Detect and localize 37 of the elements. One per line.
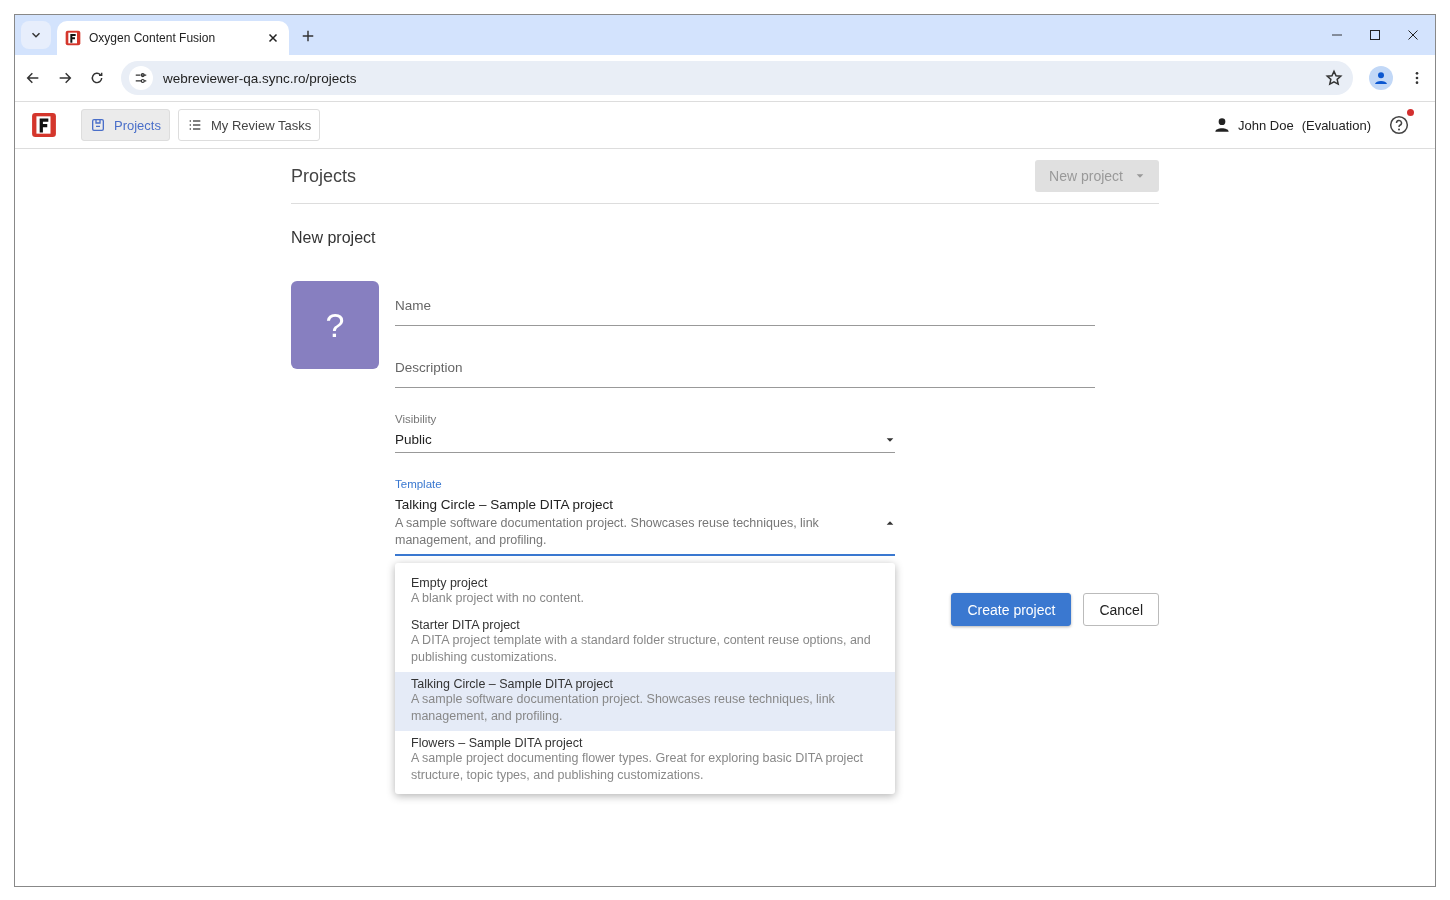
tab-search-button[interactable] [21,21,51,49]
close-icon [1407,29,1419,41]
page-title: Projects [291,165,357,187]
template-option[interactable]: Flowers – Sample DITA project A sample project documenting flower types. Great for exploring basic DITA project structure, topic types, and publishing customizations. [395,731,895,790]
plus-icon [301,29,315,43]
projects-icon [90,117,106,133]
maximize-icon [1369,29,1381,41]
license-note: (Evaluation) [1301,117,1371,133]
help-icon [1389,115,1409,135]
user-icon [1213,117,1230,133]
template-select[interactable]: Talking Circle – Sample DITA project A sample software documentation project. Showcases reuse techniques, link management, and profiling. [395,490,895,556]
site-settings-icon [134,71,148,85]
reload-icon [89,70,105,86]
back-arrow-icon [25,70,41,86]
browser-tab[interactable]: Oxygen Content Fusion [57,21,289,55]
address-bar[interactable]: webreviewer-qa.sync.ro/projects [121,61,1353,95]
create-button[interactable]: Create project [951,593,1072,626]
form-title: New project [291,229,377,247]
user-name: John Doe [1237,117,1294,133]
project-image[interactable]: ? [291,281,379,369]
app-logo-icon [31,112,57,138]
forward-arrow-icon [57,70,73,86]
visibility-select[interactable]: Public [395,425,895,453]
cancel-button[interactable]: Cancel [1083,593,1159,626]
app-logo-icon [65,30,81,46]
template-option[interactable]: Starter DITA project A DITA project template with a standard folder structure, content reuse options, and publishing customizations. [395,613,895,672]
template-option[interactable]: Empty project A blank project with no content. [395,571,895,613]
nav-tab[interactable]: Projects [81,109,170,141]
star-icon [1325,69,1343,87]
url-text: webreviewer-qa.sync.ro/projects [163,70,358,86]
tab-title: Oxygen Content Fusion [89,31,217,45]
field-label: Template [395,478,443,490]
template-option[interactable]: Talking Circle – Sample DITA project A sample software documentation project. Showcases reuse techniques, link management, and profiling. [395,672,895,731]
profile-icon [1373,70,1389,86]
field-label: Visibility [395,413,438,425]
nav-tab[interactable]: My Review Tasks [177,109,321,141]
close-icon [267,32,279,44]
